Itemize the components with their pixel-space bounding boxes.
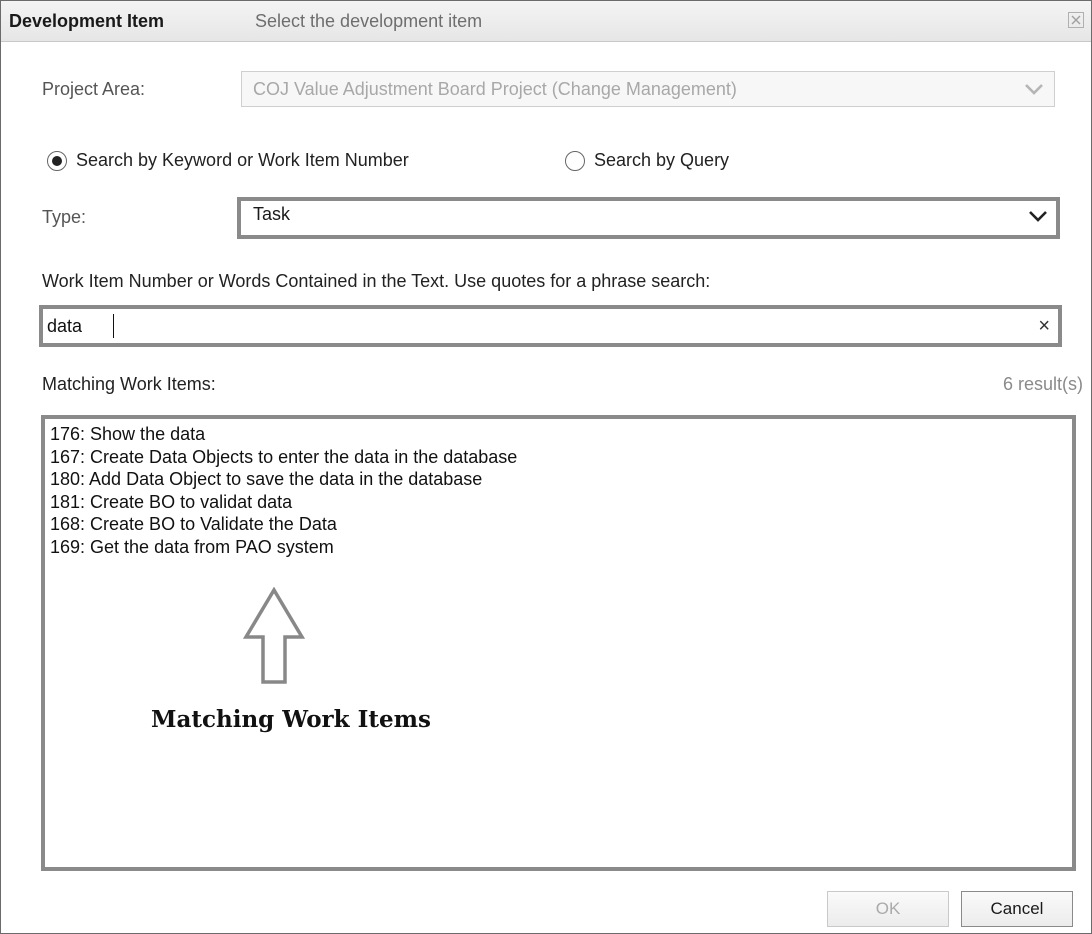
list-item[interactable]: 168: Create BO to Validate the Data (50, 513, 517, 536)
results-list: 176: Show the data 167: Create Data Obje… (50, 423, 517, 559)
clear-icon[interactable]: × (1038, 313, 1050, 339)
keyword-input[interactable] (47, 313, 1007, 339)
keyword-search-field[interactable]: × (39, 305, 1062, 347)
up-arrow-outline-icon (242, 586, 306, 690)
matching-items-label: Matching Work Items: (42, 374, 216, 394)
list-item[interactable]: 181: Create BO to validat data (50, 491, 517, 514)
results-list-box[interactable]: 176: Show the data 167: Create Data Obje… (41, 415, 1076, 871)
development-item-dialog: Development Item Select the development … (0, 0, 1092, 934)
close-icon[interactable] (1067, 11, 1085, 29)
project-area-label: Project Area: (42, 79, 146, 99)
dialog-subtitle: Select the development item (255, 11, 483, 31)
project-area-select: COJ Value Adjustment Board Project (Chan… (241, 71, 1055, 107)
radio-keyword-label[interactable]: Search by Keyword or Work Item Number (76, 150, 409, 171)
project-area-value: COJ Value Adjustment Board Project (Chan… (253, 79, 737, 99)
dialog-title: Development Item (9, 11, 165, 31)
result-count: 6 result(s) (1002, 374, 1083, 394)
radio-keyword-search[interactable] (47, 151, 67, 171)
ok-button[interactable]: OK (827, 891, 949, 927)
list-item[interactable]: 176: Show the data (50, 423, 517, 446)
radio-query-search[interactable] (565, 151, 585, 171)
list-item[interactable]: 169: Get the data from PAO system (50, 536, 517, 559)
keyword-label: Work Item Number or Words Contained in t… (42, 271, 711, 291)
chevron-down-icon (1024, 82, 1044, 101)
list-item[interactable]: 167: Create Data Objects to enter the da… (50, 446, 517, 469)
annotation-label: Matching Work Items (151, 706, 431, 733)
dialog-titlebar: Development Item Select the development … (1, 1, 1091, 42)
type-value: Task (253, 204, 291, 224)
type-select[interactable]: Task (237, 197, 1060, 239)
list-item[interactable]: 180: Add Data Object to save the data in… (50, 468, 517, 491)
chevron-down-icon (1028, 209, 1048, 228)
radio-query-label[interactable]: Search by Query (594, 150, 729, 171)
type-label: Type: (42, 207, 87, 227)
text-caret (113, 314, 114, 338)
cancel-button[interactable]: Cancel (961, 891, 1073, 927)
